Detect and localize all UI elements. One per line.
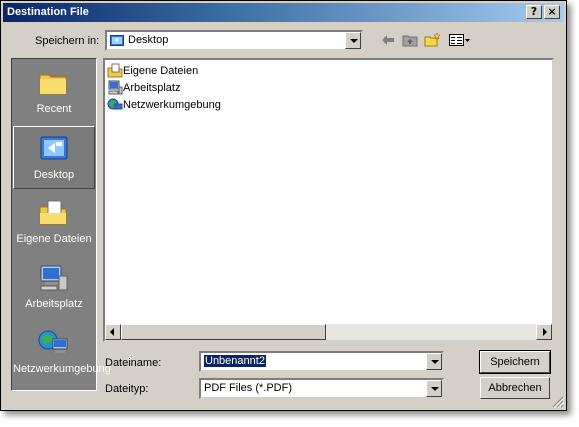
desktop-icon	[38, 133, 70, 165]
file-name: Eigene Dateien	[123, 65, 199, 77]
places-item-label: Arbeitsplatz	[25, 298, 83, 310]
chevron-down-icon[interactable]	[426, 353, 442, 370]
filename-value: Unbenannt2	[204, 355, 266, 367]
up-folder-icon[interactable]	[402, 33, 418, 47]
back-arrow-icon[interactable]	[381, 34, 395, 46]
scroll-left-button[interactable]	[105, 324, 121, 340]
new-folder-icon[interactable]	[424, 32, 441, 48]
filetype-label: Dateityp:	[105, 383, 149, 395]
my-documents-icon	[37, 197, 69, 229]
my-computer-icon	[107, 80, 123, 96]
file-list[interactable]: Eigene Dateien Arbeitsplatz Netzwerkumge…	[103, 58, 554, 342]
file-name: Arbeitsplatz	[123, 82, 181, 94]
chevron-down-icon[interactable]	[345, 32, 361, 49]
list-item[interactable]: Eigene Dateien	[107, 63, 198, 79]
window-title: Destination File	[7, 6, 89, 18]
resize-grip-icon[interactable]	[552, 396, 565, 409]
places-item-recent[interactable]: Recent	[13, 61, 95, 124]
places-item-label: Recent	[36, 103, 72, 115]
network-icon	[37, 327, 69, 359]
list-item[interactable]: Arbeitsplatz	[107, 80, 180, 96]
filetype-value: PDF Files (*.PDF)	[204, 382, 292, 394]
save-in-select[interactable]: Desktop	[105, 30, 363, 51]
close-button[interactable]: ×	[544, 5, 560, 19]
save-in-label: Speichern in:	[35, 35, 100, 47]
places-item-desktop[interactable]: Desktop	[13, 126, 95, 189]
file-name: Netzwerkumgebung	[123, 99, 221, 111]
view-menu-icon[interactable]	[449, 33, 471, 47]
filename-label: Dateiname:	[105, 357, 162, 369]
chevron-down-icon[interactable]	[426, 380, 442, 397]
places-item-my-computer[interactable]: Arbeitsplatz	[13, 256, 95, 319]
my-documents-icon	[107, 63, 123, 79]
filetype-select[interactable]: PDF Files (*.PDF)	[199, 378, 444, 399]
save-dialog: Destination File ? × Speichern in: Deskt…	[0, 0, 567, 411]
horizontal-scrollbar[interactable]	[105, 324, 552, 340]
my-computer-icon	[37, 262, 69, 294]
scroll-right-button[interactable]	[536, 324, 552, 340]
scrollbar-thumb[interactable]	[121, 324, 326, 340]
network-icon	[107, 97, 123, 113]
list-item[interactable]: Netzwerkumgebung	[107, 97, 221, 113]
save-in-value: Desktop	[128, 34, 169, 46]
cancel-button[interactable]: Abbrechen	[480, 377, 550, 399]
places-item-label: Netzwerkumgebung	[13, 363, 111, 375]
help-button[interactable]: ?	[526, 5, 542, 19]
places-item-label: Desktop	[33, 169, 75, 181]
save-button[interactable]: Speichern	[479, 350, 551, 374]
desktop-icon	[110, 34, 124, 48]
filename-input[interactable]: Unbenannt2	[199, 351, 444, 372]
places-item-network[interactable]: Netzwerkumgebung	[13, 321, 111, 389]
places-item-my-documents[interactable]: Eigene Dateien	[13, 191, 95, 254]
places-bar: Recent Desktop Eigene Dateien Arbeitspla…	[11, 58, 111, 391]
recent-folder-icon	[37, 67, 69, 99]
title-bar[interactable]: Destination File ? ×	[3, 3, 564, 22]
places-item-label: Eigene Dateien	[16, 233, 92, 245]
